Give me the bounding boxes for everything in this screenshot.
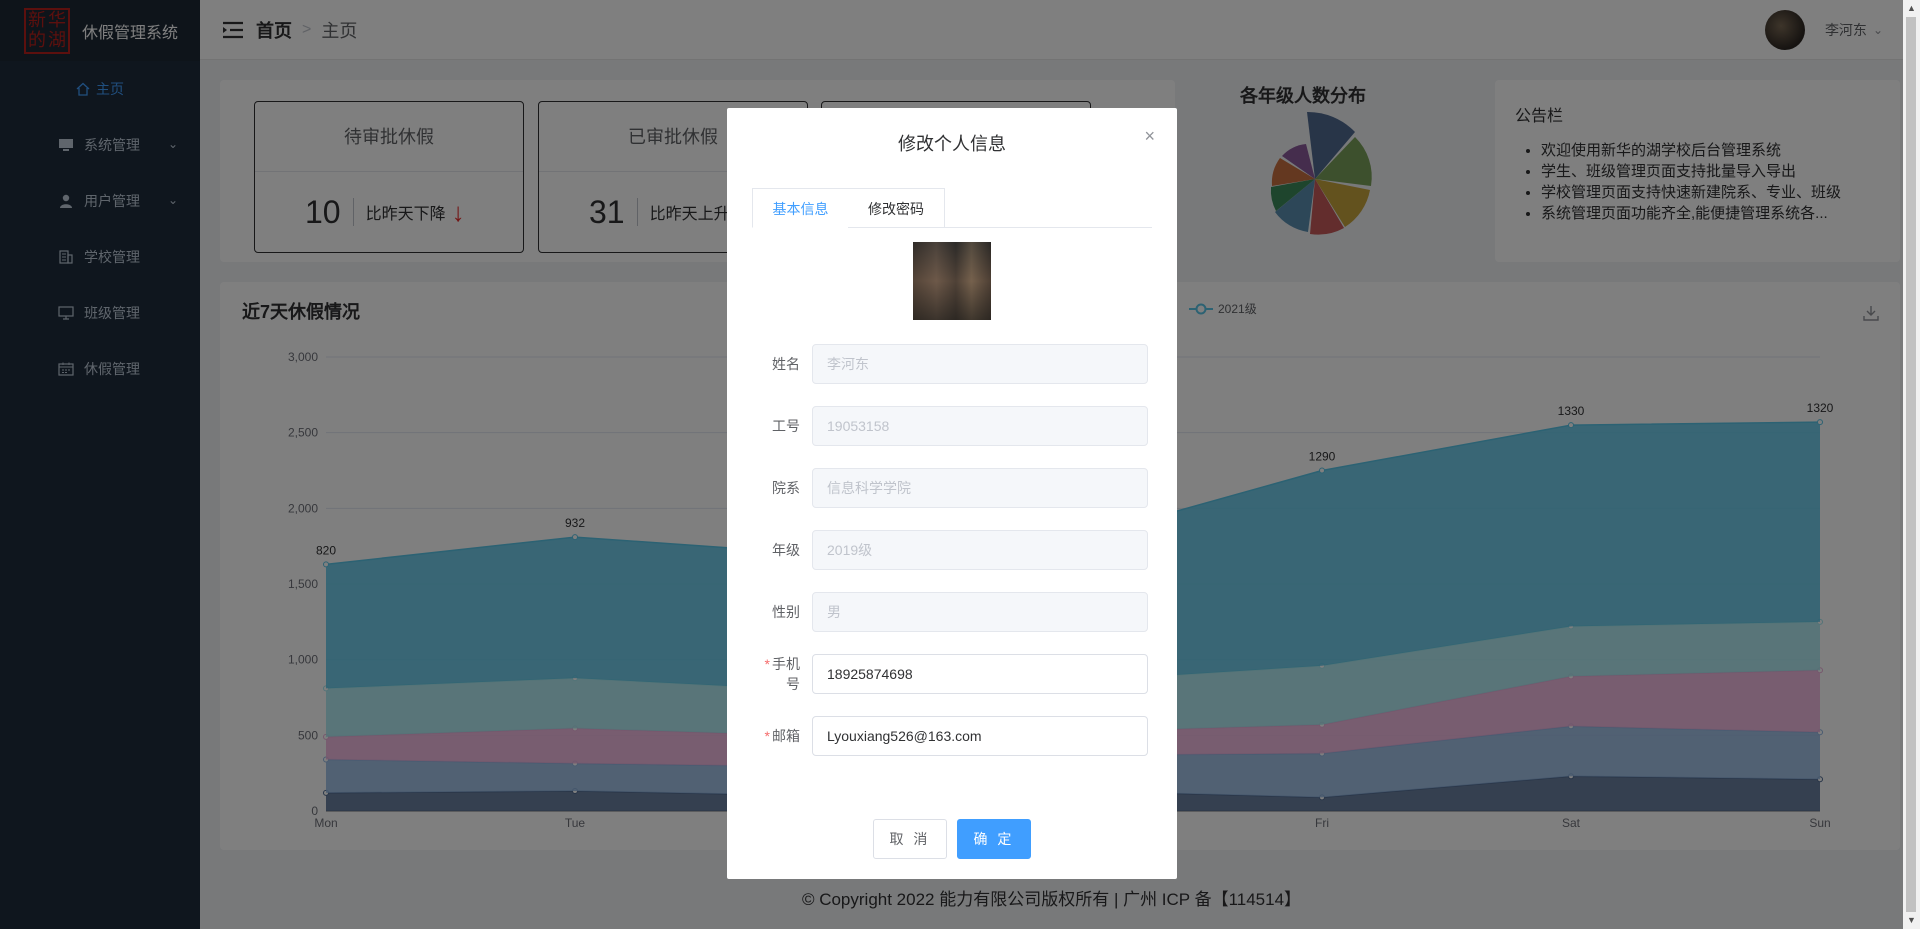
- dialog-title: 修改个人信息: [898, 134, 1006, 154]
- name-field: [812, 344, 1148, 384]
- grade-field: [812, 530, 1148, 570]
- form-label: 工号: [772, 418, 800, 434]
- close-icon[interactable]: ×: [1144, 126, 1155, 147]
- scroll-up-icon[interactable]: ▲: [1903, 0, 1920, 17]
- tab-change-password[interactable]: 修改密码: [848, 188, 945, 228]
- dialog-tabs: 基本信息 修改密码: [752, 188, 1152, 228]
- form-label: 院系: [772, 480, 800, 496]
- scrollbar-thumb[interactable]: [1906, 17, 1916, 912]
- form-row-email: * 邮箱: [752, 716, 1152, 756]
- form-row-phone: * 手机号: [752, 654, 1152, 694]
- scrollbar[interactable]: ▲ ▼: [1903, 0, 1920, 929]
- form-row-name: 姓名: [752, 344, 1152, 384]
- form-row-grade: 年级: [752, 530, 1152, 570]
- gender-field: [812, 592, 1148, 632]
- staff-id-field: [812, 406, 1148, 446]
- cancel-button[interactable]: 取 消: [873, 819, 947, 859]
- phone-field[interactable]: [812, 654, 1148, 694]
- form-row-gender: 性别: [752, 592, 1152, 632]
- form-row-department: 院系: [752, 468, 1152, 508]
- form-label: 性别: [772, 604, 800, 620]
- form-label: * 邮箱: [752, 726, 812, 746]
- profile-photo[interactable]: [913, 242, 991, 320]
- department-field: [812, 468, 1148, 508]
- required-mark: *: [764, 656, 770, 672]
- form-label-text: 手机号: [772, 656, 800, 692]
- tab-basic-info[interactable]: 基本信息: [752, 188, 849, 228]
- form-label-text: 邮箱: [772, 728, 800, 744]
- form-label: * 手机号: [752, 654, 812, 694]
- form-label: 姓名: [772, 356, 800, 372]
- confirm-button[interactable]: 确 定: [957, 819, 1031, 859]
- form-label: 年级: [772, 542, 800, 558]
- form-row-staff-id: 工号: [752, 406, 1152, 446]
- required-mark: *: [764, 728, 770, 744]
- scroll-down-icon[interactable]: ▼: [1903, 912, 1920, 929]
- email-field[interactable]: [812, 716, 1148, 756]
- edit-profile-dialog: 修改个人信息 × 基本信息 修改密码 姓名 工号 院系 年级 性别 *手机号 *…: [727, 108, 1177, 879]
